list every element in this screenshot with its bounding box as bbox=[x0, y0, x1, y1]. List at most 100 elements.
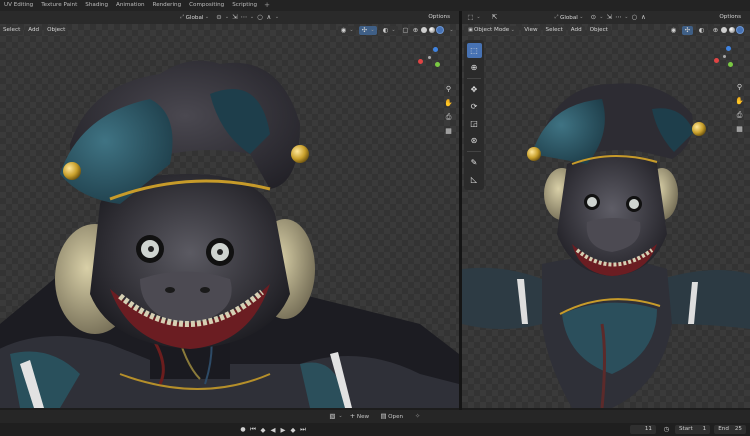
material-shading-icon[interactable] bbox=[729, 27, 735, 33]
right-orientation-dropdown[interactable]: Global bbox=[560, 15, 578, 21]
right-options-button[interactable]: Options bbox=[716, 13, 744, 22]
solid-shading-icon[interactable] bbox=[721, 27, 727, 33]
tab-texture-paint[interactable]: Texture Paint bbox=[37, 0, 81, 11]
tab-shading[interactable]: Shading bbox=[81, 0, 112, 11]
gizmo-toggle[interactable]: ✣ bbox=[682, 25, 693, 35]
tab-rendering[interactable]: Rendering bbox=[149, 0, 186, 11]
right-viewport-toolbar: ▣ Object Mode ⌄ View Select Add Object ◉… bbox=[464, 24, 750, 36]
gizmo-z-axis[interactable] bbox=[433, 47, 438, 52]
proportional-editing-icon[interactable]: ○ bbox=[255, 13, 264, 22]
pivot-point-icon[interactable]: ⊙ bbox=[214, 13, 223, 22]
start-value: 1 bbox=[702, 426, 707, 432]
cursor-tool-icon[interactable]: ⊕ bbox=[467, 60, 482, 75]
pivot-point-icon[interactable]: ⊙ bbox=[589, 13, 598, 22]
measure-tool-icon[interactable]: ◺ bbox=[467, 172, 482, 187]
right-3d-viewport[interactable]: ⚲ ✋ ⎙ ▦ bbox=[462, 24, 750, 408]
image-browse-icon[interactable]: ▧ bbox=[328, 412, 337, 421]
wireframe-shading-icon[interactable]: ⊕ bbox=[711, 26, 720, 35]
current-frame-field[interactable]: 11 bbox=[630, 425, 656, 434]
chevron-down-icon: ⌄ bbox=[274, 14, 280, 20]
grid-perspective-icon[interactable]: ▦ bbox=[734, 124, 745, 135]
new-image-button[interactable]: New bbox=[357, 414, 369, 420]
jester-character-full-render bbox=[462, 83, 750, 408]
left-menu-object[interactable]: Object bbox=[44, 25, 69, 35]
jester-character-render bbox=[0, 60, 459, 408]
grid-perspective-icon[interactable]: ▦ bbox=[443, 126, 454, 137]
rendered-shading-icon[interactable] bbox=[737, 27, 743, 33]
left-navigation-gizmo[interactable] bbox=[418, 46, 442, 70]
left-orientation-dropdown[interactable]: Global bbox=[186, 15, 204, 21]
gizmo-z-axis[interactable] bbox=[726, 46, 731, 51]
falloff-icon[interactable]: ∧ bbox=[639, 13, 648, 22]
select-box-tool-icon[interactable]: ⬚ bbox=[466, 43, 482, 58]
gizmo-y-axis[interactable] bbox=[728, 62, 733, 67]
snap-icon[interactable]: ⇲ bbox=[605, 13, 614, 22]
hand-pan-icon[interactable]: ✋ bbox=[734, 96, 745, 107]
timeline-playback-bar: ● ⏮ ◆ ◀ ▶ ◆ ⏭ 11 ◷ Start 1 End 25 bbox=[0, 423, 750, 436]
falloff-icon[interactable]: ∧ bbox=[264, 13, 273, 22]
material-shading-icon[interactable] bbox=[429, 27, 435, 33]
end-frame-field[interactable]: End 25 bbox=[714, 425, 746, 434]
snap-increment-icon[interactable]: ⋯ bbox=[614, 13, 623, 22]
tab-compositing[interactable]: Compositing bbox=[185, 0, 228, 11]
jump-to-end-icon[interactable]: ⏭ bbox=[298, 425, 308, 434]
add-workspace-button[interactable]: + bbox=[261, 0, 273, 11]
mode-dropdown[interactable]: ▣ Object Mode ⌄ bbox=[464, 25, 520, 35]
left-options-button[interactable]: Options bbox=[425, 13, 453, 22]
snap-icon[interactable]: ⇲ bbox=[230, 13, 239, 22]
right-menu-select[interactable]: Select bbox=[542, 25, 566, 35]
chevron-down-icon: ⌄ bbox=[624, 14, 629, 20]
hand-pan-icon[interactable]: ✋ bbox=[443, 98, 454, 109]
xray-icon[interactable]: ▢ bbox=[401, 26, 410, 35]
visibility-toggle[interactable]: ◉ bbox=[668, 25, 679, 35]
gizmo-x-axis[interactable] bbox=[418, 59, 423, 64]
jump-to-keyframe-back-icon[interactable]: ◆ bbox=[258, 426, 268, 434]
annotate-tool-icon[interactable]: ✎ bbox=[467, 155, 482, 170]
solid-shading-icon[interactable] bbox=[421, 27, 427, 33]
transform-tool-icon[interactable]: ⊛ bbox=[467, 133, 482, 148]
scale-tool-icon[interactable]: ◲ bbox=[467, 116, 482, 131]
move-tool-icon[interactable]: ✥ bbox=[467, 82, 482, 97]
visibility-toggle[interactable]: ◉ ⌄ bbox=[338, 25, 356, 35]
right-navigation-gizmo[interactable] bbox=[714, 46, 738, 70]
right-menu-object[interactable]: Object bbox=[586, 25, 611, 35]
jump-to-keyframe-forward-icon[interactable]: ◆ bbox=[288, 426, 298, 434]
open-image-button[interactable]: Open bbox=[388, 414, 403, 420]
gizmo-y-axis[interactable] bbox=[435, 62, 440, 67]
left-viewport-header: ⤢ Global ⌄ ⊙ ⌄ ⇲ ⋯ ⌄ ○ ∧ ⌄ Options bbox=[0, 11, 459, 24]
play-icon[interactable]: ▶ bbox=[278, 426, 288, 434]
tab-scripting[interactable]: Scripting bbox=[228, 0, 261, 11]
proportional-editing-icon[interactable]: ○ bbox=[630, 13, 639, 22]
camera-view-icon[interactable]: ⎙ bbox=[734, 110, 745, 121]
left-3d-viewport[interactable]: ⚲ ✋ ⎙ ▦ bbox=[0, 24, 459, 408]
start-frame-field[interactable]: Start 1 bbox=[675, 425, 711, 434]
chevron-down-icon: ⌄ bbox=[510, 26, 515, 33]
tab-animation[interactable]: Animation bbox=[112, 0, 149, 11]
snap-increment-icon[interactable]: ⋯ bbox=[239, 13, 248, 22]
tab-uv-editing[interactable]: UV Editing bbox=[0, 0, 37, 11]
object-type-icon[interactable]: ⬚ bbox=[466, 13, 475, 22]
play-reverse-icon[interactable]: ◀ bbox=[268, 426, 278, 434]
zoom-icon[interactable]: ⚲ bbox=[443, 84, 454, 95]
clock-icon[interactable]: ◷ bbox=[662, 425, 671, 434]
overlays-toggle[interactable]: ◐ ⌄ bbox=[380, 25, 398, 35]
cursor-move-icon[interactable]: ⇱ bbox=[490, 13, 499, 22]
rotate-tool-icon[interactable]: ⟳ bbox=[467, 99, 482, 114]
record-icon[interactable]: ● bbox=[238, 426, 248, 433]
overlays-toggle[interactable]: ◐ bbox=[696, 25, 707, 35]
gizmo-toggle[interactable]: ✣ ⌄ bbox=[359, 25, 377, 35]
rendered-shading-icon[interactable] bbox=[437, 27, 443, 33]
right-menu-add[interactable]: Add bbox=[567, 25, 585, 35]
jump-to-start-icon[interactable]: ⏮ bbox=[248, 425, 258, 434]
camera-view-icon[interactable]: ⎙ bbox=[443, 112, 454, 123]
left-menu-add[interactable]: Add bbox=[25, 25, 43, 35]
left-menu-select[interactable]: Select bbox=[0, 25, 24, 35]
pin-icon[interactable]: ✧ bbox=[413, 412, 422, 421]
zoom-icon[interactable]: ⚲ bbox=[734, 82, 745, 93]
gizmo-center bbox=[428, 56, 431, 59]
wireframe-shading-icon[interactable]: ⊕ bbox=[411, 26, 420, 35]
left-viewport-nav-buttons: ⚲ ✋ ⎙ ▦ bbox=[443, 84, 454, 140]
right-menu-view[interactable]: View bbox=[521, 25, 541, 35]
right-viewport-header: ⬚ ⌄ ⇱ ⤢ Global ⌄ ⊙ ⌄ ⇲ ⋯ ⌄ ○ ∧ Options bbox=[462, 11, 750, 24]
gizmo-x-axis[interactable] bbox=[714, 58, 719, 63]
